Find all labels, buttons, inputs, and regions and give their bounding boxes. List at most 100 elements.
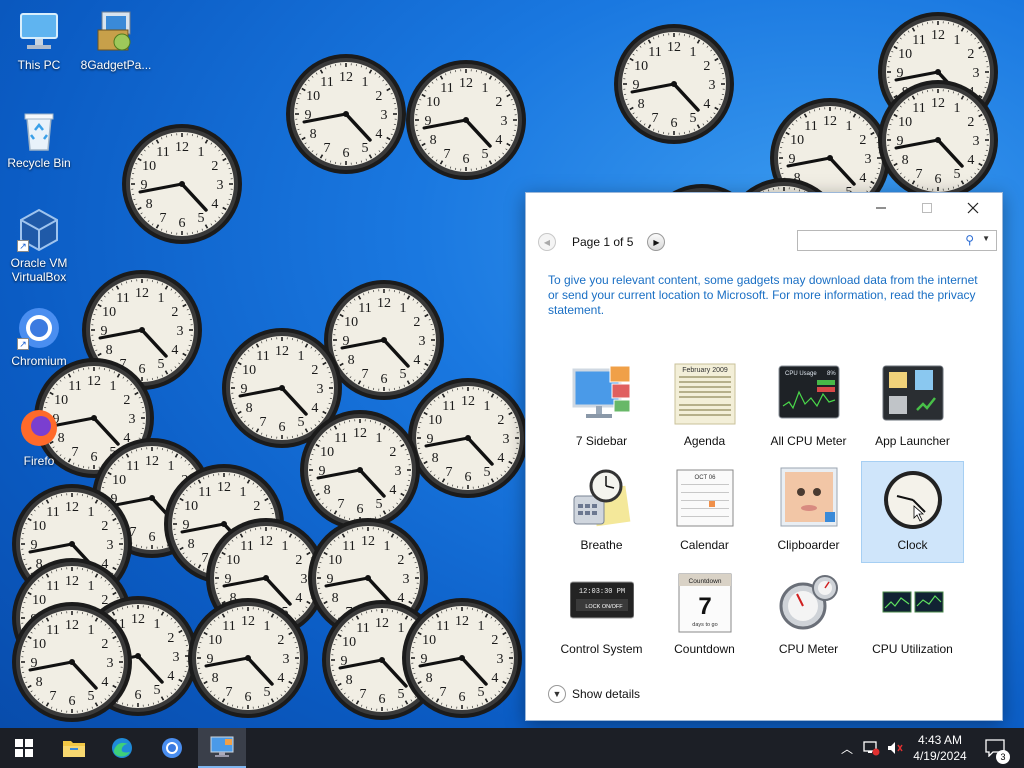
page-navigation: ◀ Page 1 of 5 ▶ [538, 231, 666, 253]
gadget-label: CPU Meter [778, 642, 839, 656]
svg-text:5: 5 [198, 211, 205, 226]
shortcut-arrow-icon: ↗ [17, 338, 29, 350]
taskbar-chromium[interactable] [148, 728, 196, 768]
desktop-icon-chromium[interactable]: ↗ Chromium [1, 304, 77, 368]
svg-text:6: 6 [135, 688, 142, 703]
search-input[interactable] [798, 231, 958, 250]
svg-text:2: 2 [495, 95, 502, 110]
clock-gadget[interactable]: 121234567891011 [186, 596, 310, 720]
gadget-cpu-meter[interactable]: CPU Meter [757, 565, 860, 667]
svg-text:3: 3 [403, 572, 410, 587]
svg-text:11: 11 [46, 579, 59, 594]
svg-text:5: 5 [88, 689, 95, 704]
svg-text:3: 3 [317, 382, 324, 397]
page-indicator: Page 1 of 5 [572, 235, 634, 249]
desktop-icon-this-pc[interactable]: This PC [1, 8, 77, 72]
gadget-7-sidebar[interactable]: 7 Sidebar [550, 357, 653, 459]
gadget-control-system[interactable]: 12:03:30 PM LOCK ON/OFF Control System [550, 565, 653, 667]
clock-gadget[interactable]: 121234567891011 [284, 52, 408, 176]
desktop-icon-virtualbox[interactable]: ↗ Oracle VM VirtualBox [1, 206, 77, 284]
show-details-label: Show details [572, 687, 641, 701]
svg-text:11: 11 [240, 539, 253, 554]
svg-text:8: 8 [310, 127, 317, 142]
maximize-button[interactable] [904, 193, 950, 223]
svg-text:11: 11 [804, 119, 817, 134]
svg-text:11: 11 [436, 619, 449, 634]
svg-text:3: 3 [973, 134, 980, 149]
svg-text:10: 10 [344, 315, 358, 330]
privacy-info-link[interactable]: To give you relevant content, some gadge… [548, 273, 978, 318]
svg-text:1: 1 [690, 45, 697, 60]
clock-gadget[interactable]: 121234567891011 [298, 408, 422, 532]
svg-text:10: 10 [32, 637, 46, 652]
svg-text:1: 1 [198, 145, 205, 160]
gadget-label: App Launcher [875, 434, 950, 448]
next-page-button[interactable]: ▶ [647, 233, 666, 251]
chevron-up-icon[interactable]: ︿ [838, 740, 856, 757]
clock-gadget[interactable]: 121234567891011 [404, 58, 528, 182]
firefox-icon [15, 404, 63, 452]
svg-text:6: 6 [671, 116, 678, 131]
search-dropdown-icon[interactable]: ▼ [982, 234, 990, 243]
svg-text:7: 7 [324, 141, 331, 156]
gadget-clock[interactable]: Clock [861, 461, 964, 563]
svg-text:5: 5 [484, 465, 491, 480]
title-bar [526, 193, 1002, 223]
start-button[interactable] [0, 728, 48, 768]
network-icon[interactable] [862, 740, 880, 756]
clock-gadget[interactable]: 121234567891011 [10, 600, 134, 724]
show-details-toggle[interactable]: ▼ Show details [548, 685, 640, 703]
svg-text:1: 1 [478, 619, 485, 634]
svg-text:11: 11 [68, 379, 81, 394]
gadget-clipboarder[interactable]: Clipboarder [757, 461, 860, 563]
svg-text:6: 6 [279, 420, 286, 435]
minimize-button[interactable] [858, 193, 904, 223]
svg-text:4: 4 [211, 197, 218, 212]
svg-text:3: 3 [497, 652, 504, 667]
svg-text:12: 12 [65, 618, 79, 633]
previous-page-button[interactable]: ◀ [538, 233, 556, 251]
svg-text:1: 1 [376, 431, 383, 446]
svg-text:6: 6 [357, 502, 364, 517]
desktop-icon-recycle-bin[interactable]: Recycle Bin [1, 106, 77, 170]
gadget-countdown[interactable]: Countdown 7 days to go Countdown [653, 565, 756, 667]
svg-text:11: 11 [358, 301, 371, 316]
clock-gadget[interactable]: 121234567891011 [400, 596, 524, 720]
close-button[interactable] [950, 193, 996, 223]
gadget-calendar[interactable]: OCT 06 Calendar [653, 461, 756, 563]
taskbar-clock[interactable]: 4:43 AM 4/19/2024 [908, 732, 972, 764]
gadget-all-cpu-meter[interactable]: CPU Usage 8% All CPU Meter [757, 357, 860, 459]
taskbar-edge[interactable] [98, 728, 146, 768]
clock-gadget[interactable]: 121234567891011 [612, 22, 736, 146]
gadget-cpu-utilization[interactable]: CPU Utilization [861, 565, 964, 667]
svg-text:4: 4 [859, 171, 866, 186]
svg-text:1: 1 [362, 75, 369, 90]
gadget-agenda[interactable]: February 2009 Agenda [653, 357, 756, 459]
svg-text:12: 12 [241, 614, 255, 629]
cpu-usage-label: CPU Usage [785, 371, 817, 377]
taskbar-gadgets[interactable] [198, 728, 246, 768]
gadget-app-launcher[interactable]: App Launcher [861, 357, 964, 459]
svg-text:6: 6 [463, 152, 470, 167]
desktop-icon-gadget-pack[interactable]: 8GadgetPa... [78, 8, 154, 72]
countdown-number-text: 7 [698, 593, 711, 620]
cpu-gauge-gadget-icon [777, 570, 841, 634]
notification-button[interactable]: 3 [980, 728, 1010, 768]
svg-text:1: 1 [240, 485, 247, 500]
clock-gadget[interactable]: 121234567891011 [876, 78, 1000, 202]
clock-gadget[interactable]: 121234567891011 [406, 376, 530, 500]
svg-text:1: 1 [954, 101, 961, 116]
search-icon[interactable]: ⚲ [965, 233, 974, 247]
desktop-icon-firefox[interactable]: Firefo [1, 404, 77, 468]
volume-muted-icon[interactable] [886, 740, 904, 756]
cpu-utilization-gadget-icon [881, 570, 945, 634]
svg-text:2: 2 [389, 445, 396, 460]
clock-gadget[interactable]: 121234567891011 [120, 122, 244, 246]
svg-text:12: 12 [135, 286, 149, 301]
svg-text:11: 11 [648, 45, 661, 60]
svg-text:11: 11 [356, 621, 369, 636]
svg-text:11: 11 [222, 619, 235, 634]
taskbar-file-explorer[interactable] [50, 728, 98, 768]
svg-text:3: 3 [107, 656, 114, 671]
gadget-breathe[interactable]: Breathe [550, 461, 653, 563]
